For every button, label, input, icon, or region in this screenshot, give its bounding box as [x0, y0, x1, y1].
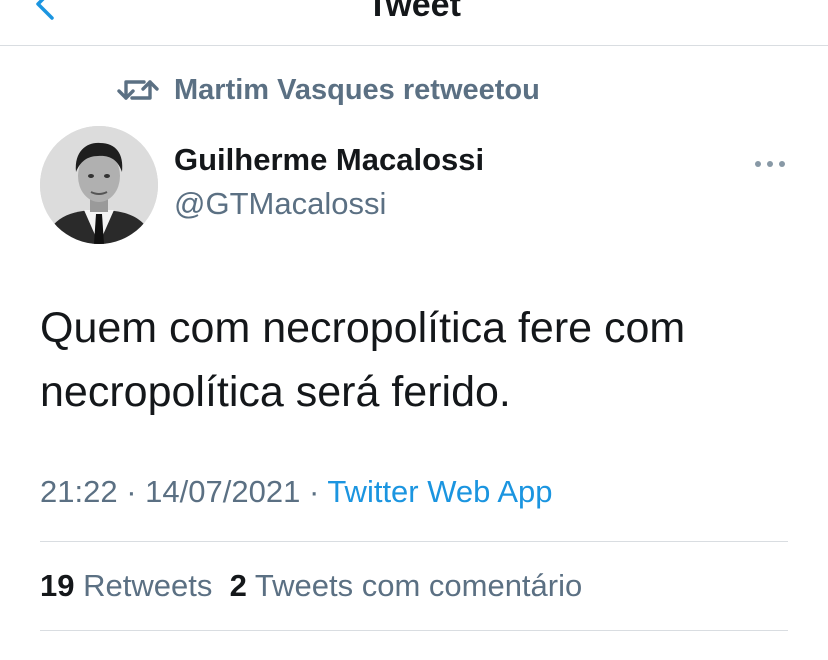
author-handle[interactable]: @GTMacalossi — [174, 186, 386, 222]
tweet-text: Quem com necropolítica fere com necropol… — [40, 296, 800, 424]
retweet-notice-text: Martim Vasques retweetou — [174, 73, 540, 106]
retweet-icon — [117, 80, 159, 100]
retweet-notice[interactable]: Martim Vasques retweetou — [116, 72, 540, 108]
tweet-time: 21:22 — [40, 474, 118, 509]
quotes-label: Tweets com comentário — [254, 568, 583, 603]
quote-tweets-stat[interactable]: 2 Tweets com comentário — [230, 568, 583, 603]
retweets-stat[interactable]: 19 Retweets — [40, 568, 212, 603]
more-options-icon[interactable] — [752, 150, 788, 178]
tweet-source-link[interactable]: Twitter Web App — [327, 474, 552, 509]
author-name[interactable]: Guilherme Macalossi — [174, 142, 484, 178]
divider — [40, 630, 788, 631]
top-nav-bar: Tweet — [0, 0, 828, 46]
tweet-text-line: necropolítica será ferido. — [40, 368, 511, 416]
tweet-meta: 21:22 · 14/07/2021 · Twitter Web App — [40, 474, 552, 510]
meta-separator: · — [126, 474, 137, 509]
retweets-count: 19 — [40, 568, 75, 603]
divider — [40, 541, 788, 542]
quotes-count: 2 — [229, 568, 247, 603]
meta-separator: · — [308, 474, 320, 509]
tweet-date: 14/07/2021 — [145, 474, 301, 509]
avatar[interactable] — [40, 126, 158, 244]
engagement-stats: 19 Retweets 2 Tweets com comentário — [40, 568, 582, 604]
page-title: Tweet — [367, 0, 461, 24]
retweets-label: Retweets — [83, 568, 213, 603]
tweet-text-line: Quem com necropolítica fere com — [40, 304, 686, 352]
